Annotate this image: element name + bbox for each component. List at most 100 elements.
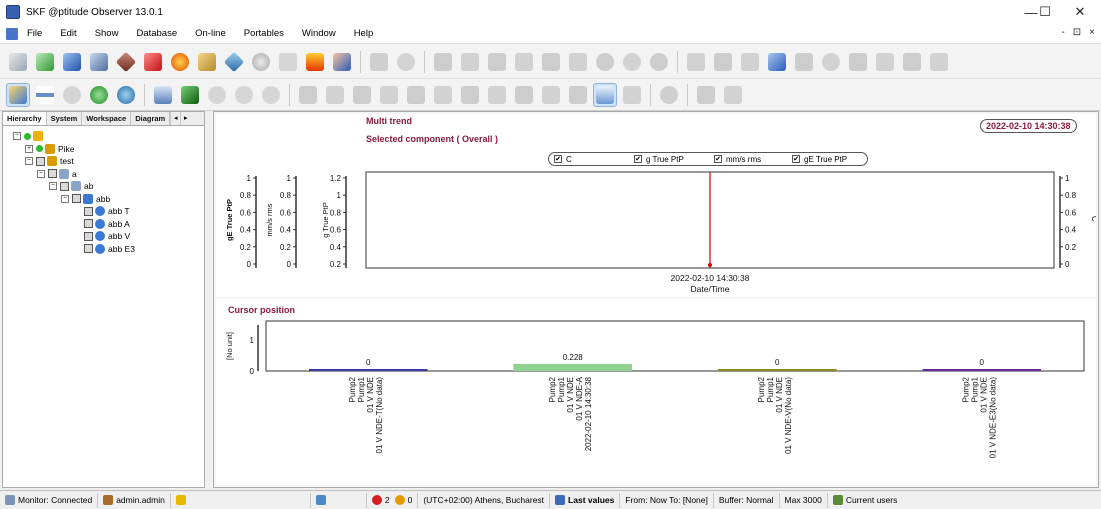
tb1-disabled-14[interactable] bbox=[738, 50, 762, 74]
tb1-disabled-1[interactable] bbox=[367, 50, 391, 74]
tree-node[interactable]: + Pike bbox=[25, 143, 75, 155]
hand-info-button[interactable] bbox=[330, 50, 354, 74]
refresh-blue-button[interactable] bbox=[114, 83, 138, 107]
tree-checkbox[interactable] bbox=[84, 206, 93, 216]
maximize-button[interactable]: ☐ bbox=[1028, 0, 1062, 24]
print-preview-button[interactable] bbox=[721, 83, 745, 107]
tb1-disabled-9[interactable] bbox=[593, 50, 617, 74]
tb2-disabled-4[interactable] bbox=[377, 83, 401, 107]
tb1-disabled-4[interactable] bbox=[458, 50, 482, 74]
menu-window[interactable]: Window bbox=[293, 28, 345, 39]
document-icon[interactable] bbox=[6, 27, 18, 40]
tree-checkbox[interactable] bbox=[48, 169, 57, 178]
box-button[interactable] bbox=[195, 50, 219, 74]
tree-expander[interactable]: − bbox=[37, 169, 45, 178]
tb1-disabled-12[interactable] bbox=[684, 50, 708, 74]
alarm-button[interactable] bbox=[141, 50, 165, 74]
hierarchy-button[interactable] bbox=[6, 82, 30, 107]
tb1-disabled-7[interactable] bbox=[539, 50, 563, 74]
tb1-disabled-2[interactable] bbox=[394, 50, 418, 74]
tree-node[interactable]: − ab bbox=[49, 180, 93, 192]
tb1-disabled-10[interactable] bbox=[620, 50, 644, 74]
tb2-disabled-10[interactable] bbox=[539, 83, 563, 107]
mdi-restore-button[interactable]: ⊡ bbox=[1073, 27, 1081, 38]
tb1-disabled-6[interactable] bbox=[512, 50, 536, 74]
tb2-disabled-9[interactable] bbox=[512, 83, 536, 107]
sheet-button[interactable] bbox=[276, 50, 300, 74]
diamond-button[interactable] bbox=[114, 50, 138, 74]
refresh-green-button[interactable] bbox=[87, 83, 111, 107]
drawer-button[interactable] bbox=[151, 83, 175, 107]
menu-file[interactable]: File bbox=[18, 28, 51, 39]
tb2-disabled-5[interactable] bbox=[404, 83, 428, 107]
tb1-disabled-3[interactable] bbox=[431, 50, 455, 74]
tb2-disabled-8[interactable] bbox=[485, 83, 509, 107]
tree-node[interactable]: − bbox=[13, 130, 46, 142]
link-button[interactable] bbox=[60, 83, 84, 107]
menu-database[interactable]: Database bbox=[127, 28, 186, 39]
bar-button[interactable] bbox=[33, 83, 57, 107]
tree-expander[interactable]: − bbox=[25, 157, 33, 165]
tree-checkbox[interactable] bbox=[72, 194, 81, 203]
bell-button[interactable] bbox=[168, 50, 192, 74]
gear-button[interactable] bbox=[249, 50, 273, 74]
print-button[interactable] bbox=[694, 83, 718, 107]
tree-node[interactable]: abb E3 bbox=[73, 243, 135, 255]
timer-button-3[interactable] bbox=[259, 83, 283, 107]
menu-portables[interactable]: Portables bbox=[235, 28, 293, 39]
tb1-disabled-19[interactable] bbox=[900, 50, 924, 74]
tree-node[interactable]: abb A bbox=[73, 218, 130, 230]
tb1-disabled-13[interactable] bbox=[711, 50, 735, 74]
tb1-disabled-15[interactable] bbox=[792, 50, 816, 74]
fire-button[interactable] bbox=[303, 50, 327, 74]
multitrend-button[interactable] bbox=[593, 82, 617, 107]
tab-diagram[interactable]: Diagram bbox=[131, 112, 171, 125]
mdi-minimize-button[interactable]: - bbox=[1061, 27, 1064, 38]
mdi-close-button[interactable]: × bbox=[1089, 27, 1095, 38]
network-button[interactable] bbox=[222, 50, 246, 74]
tree-checkbox[interactable] bbox=[60, 181, 69, 191]
tree-checkbox[interactable] bbox=[84, 244, 93, 253]
tab-scroll-right[interactable]: ▸ bbox=[180, 112, 190, 125]
tb1-disabled-16[interactable] bbox=[819, 50, 843, 74]
menu-online[interactable]: On-line bbox=[186, 28, 235, 39]
tb2-disabled-11[interactable] bbox=[566, 83, 590, 107]
edit-button[interactable] bbox=[60, 50, 84, 74]
menu-help[interactable]: Help bbox=[345, 28, 383, 39]
tb1-disabled-20[interactable] bbox=[927, 50, 951, 74]
tb2-disabled-3[interactable] bbox=[350, 83, 374, 107]
close-view-button[interactable] bbox=[657, 83, 681, 107]
tb1-disabled-18[interactable] bbox=[873, 50, 897, 74]
check-button[interactable] bbox=[33, 50, 57, 74]
tree-node[interactable]: − abb bbox=[61, 193, 110, 205]
tab-hierarchy[interactable]: Hierarchy bbox=[3, 112, 47, 125]
tb2-disabled-7[interactable] bbox=[458, 83, 482, 107]
menu-edit[interactable]: Edit bbox=[51, 28, 85, 39]
tb1-active-chart[interactable] bbox=[765, 50, 789, 74]
tb2-disabled-12[interactable] bbox=[620, 83, 644, 107]
sync-button[interactable] bbox=[178, 83, 202, 107]
timer-button-2[interactable] bbox=[232, 83, 256, 107]
copy-button[interactable] bbox=[6, 50, 30, 74]
tb1-disabled-17[interactable] bbox=[846, 50, 870, 74]
timer-button-1[interactable] bbox=[205, 83, 229, 107]
tb1-disabled-5[interactable] bbox=[485, 50, 509, 74]
tab-scroll-left[interactable]: ◂ bbox=[170, 112, 180, 125]
tree-expander[interactable]: − bbox=[13, 132, 21, 140]
tree-node[interactable]: − a bbox=[37, 168, 77, 180]
tree-node[interactable]: abb V bbox=[73, 230, 130, 242]
tree-checkbox[interactable] bbox=[36, 156, 45, 166]
tb1-disabled-11[interactable] bbox=[647, 50, 671, 74]
tree-checkbox[interactable] bbox=[84, 219, 93, 228]
tree-node[interactable]: − test bbox=[25, 155, 74, 167]
tb1-disabled-8[interactable] bbox=[566, 50, 590, 74]
tree-expander[interactable]: − bbox=[61, 194, 69, 203]
tree-expander[interactable]: − bbox=[49, 182, 57, 190]
multi-trend-chart[interactable]: 1 0.8 0.6 0.4 0.2 0 gE True PtP 1 0.8 0.6 0.4 0.2 0 m… bbox=[216, 114, 1096, 297]
tab-system[interactable]: System bbox=[47, 112, 83, 125]
tree-expander[interactable]: + bbox=[25, 144, 33, 153]
monitor-button[interactable] bbox=[87, 50, 111, 74]
tree-checkbox[interactable] bbox=[84, 231, 93, 241]
menu-show[interactable]: Show bbox=[86, 28, 128, 39]
close-button[interactable]: ✕ bbox=[1063, 0, 1097, 24]
